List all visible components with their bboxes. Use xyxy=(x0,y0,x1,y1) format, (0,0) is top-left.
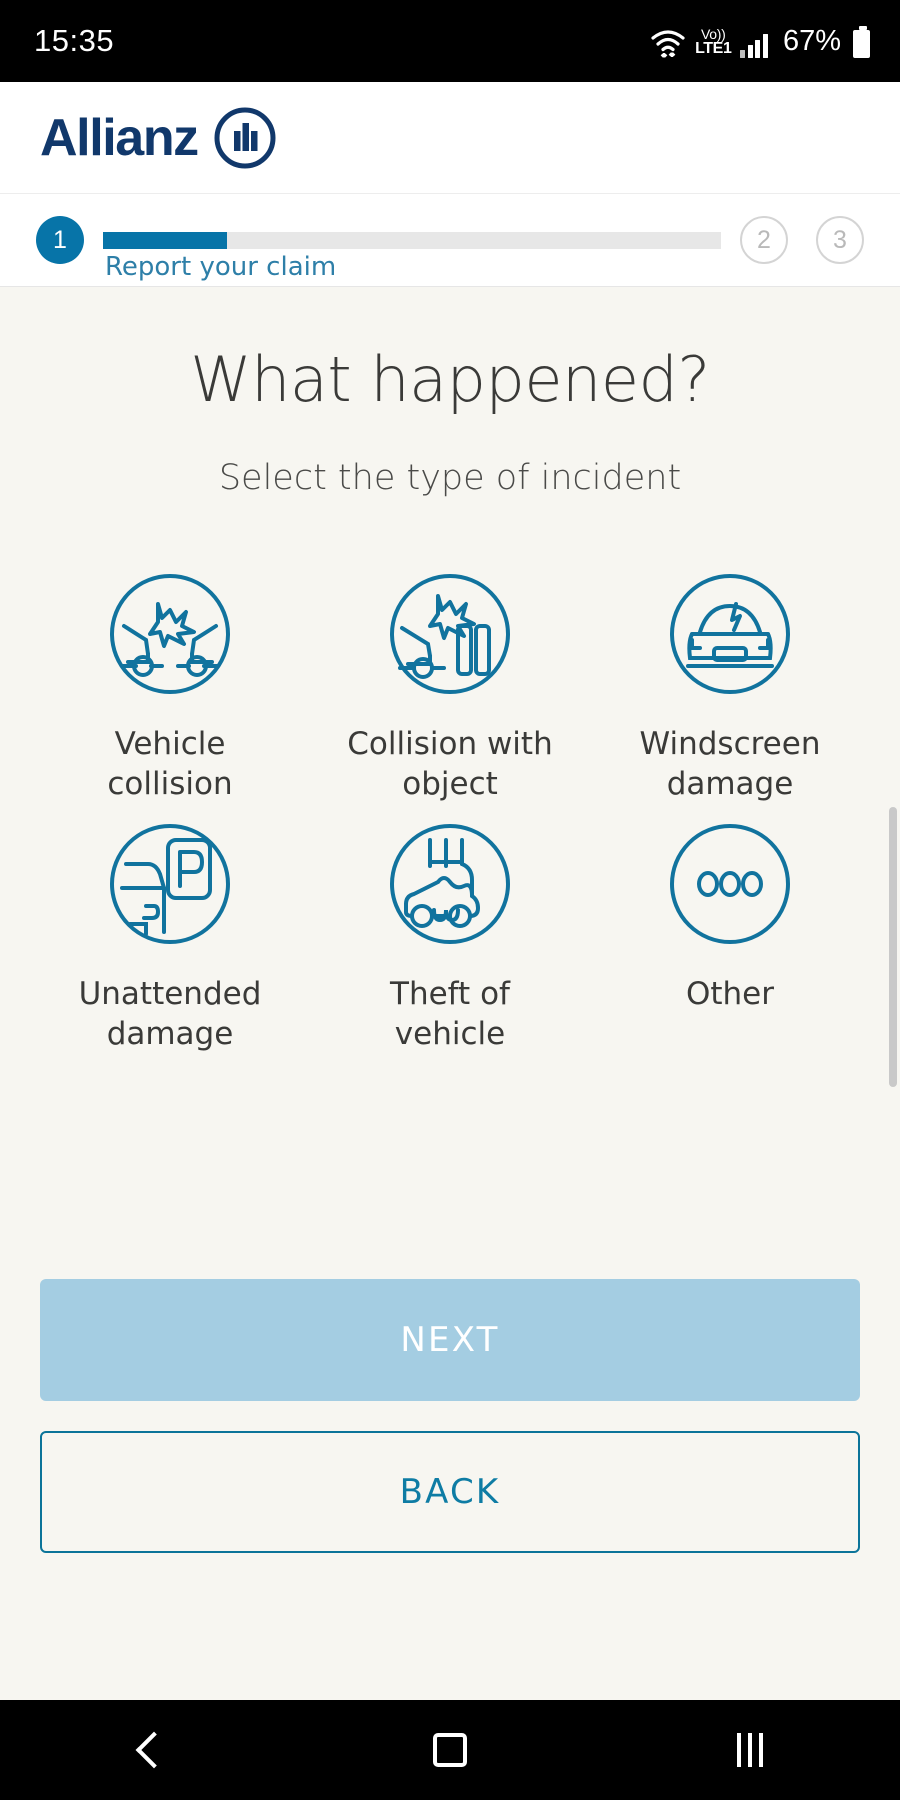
other-ellipsis-icon xyxy=(666,820,794,948)
option-label: Vehicle collision xyxy=(107,726,233,802)
step-1-number: 1 xyxy=(53,225,67,254)
volte-indicator: Vo)) LTE1 xyxy=(695,25,732,57)
status-indicators: Vo)) LTE1 67% xyxy=(650,25,870,58)
step-3-number: 3 xyxy=(833,225,847,254)
brand-name: Allianz xyxy=(40,108,199,167)
step-2[interactable]: 2 xyxy=(740,216,788,264)
battery-percent-label: 67% xyxy=(782,24,841,57)
option-label: Unattended damage xyxy=(78,976,262,1053)
progress-track xyxy=(103,231,721,249)
status-time: 15:35 xyxy=(34,23,115,58)
nav-recents-icon xyxy=(737,1733,763,1767)
unattended-damage-icon xyxy=(106,820,234,948)
option-other[interactable]: Other xyxy=(590,820,870,1054)
option-windscreen-damage[interactable]: Windscreen damage xyxy=(590,570,870,804)
nav-recents-button[interactable] xyxy=(690,1700,810,1800)
current-step-label: Report your claim xyxy=(105,251,337,282)
page-title: What happened? xyxy=(190,343,710,416)
progress-fill xyxy=(103,231,227,249)
theft-of-vehicle-icon xyxy=(386,820,514,948)
android-nav-bar xyxy=(0,1700,900,1800)
battery-icon xyxy=(853,25,870,58)
option-vehicle-collision[interactable]: Vehicle collision xyxy=(30,570,310,804)
app-header: Allianz xyxy=(0,82,900,194)
action-buttons: NEXT BACK xyxy=(0,1279,900,1553)
main-content: What happened? Select the type of incide… xyxy=(0,287,900,1593)
option-label: Other xyxy=(685,976,775,1013)
option-label: Collision with object xyxy=(347,726,553,802)
status-bar: 15:35 Vo)) LTE1 67% xyxy=(0,0,900,82)
windscreen-damage-icon xyxy=(666,570,794,698)
page-subtitle: Select the type of incident xyxy=(218,458,682,498)
nav-back-button[interactable] xyxy=(90,1700,210,1800)
option-label: Windscreen damage xyxy=(639,726,821,802)
progress-bar-area: Report your claim xyxy=(103,231,721,282)
step-3[interactable]: 3 xyxy=(816,216,864,264)
nav-back-icon xyxy=(135,1731,173,1769)
signal-bars-icon xyxy=(740,33,768,58)
wifi-icon xyxy=(650,28,686,58)
step-2-number: 2 xyxy=(757,225,771,254)
progress-stepper: 1 Report your claim 2 3 xyxy=(0,194,900,287)
vehicle-collision-icon xyxy=(106,570,234,698)
volte-top-label: Vo)) xyxy=(701,25,726,42)
next-button[interactable]: NEXT xyxy=(40,1279,860,1401)
option-theft-of-vehicle[interactable]: Theft of vehicle xyxy=(310,820,590,1054)
vertical-scrollbar[interactable] xyxy=(889,807,897,1087)
allianz-bars-logo xyxy=(214,107,276,168)
back-button[interactable]: BACK xyxy=(40,1431,860,1553)
nav-home-button[interactable] xyxy=(390,1700,510,1800)
step-1[interactable]: 1 xyxy=(36,216,84,264)
nav-home-icon xyxy=(433,1733,467,1767)
option-label: Theft of vehicle xyxy=(390,976,510,1053)
incident-type-grid: Vehicle collision Collision with object xyxy=(0,570,900,1055)
collision-with-object-icon xyxy=(386,570,514,698)
volte-bottom-label: LTE1 xyxy=(695,39,732,57)
option-unattended-damage[interactable]: Unattended damage xyxy=(30,820,310,1054)
option-collision-with-object[interactable]: Collision with object xyxy=(310,570,590,804)
